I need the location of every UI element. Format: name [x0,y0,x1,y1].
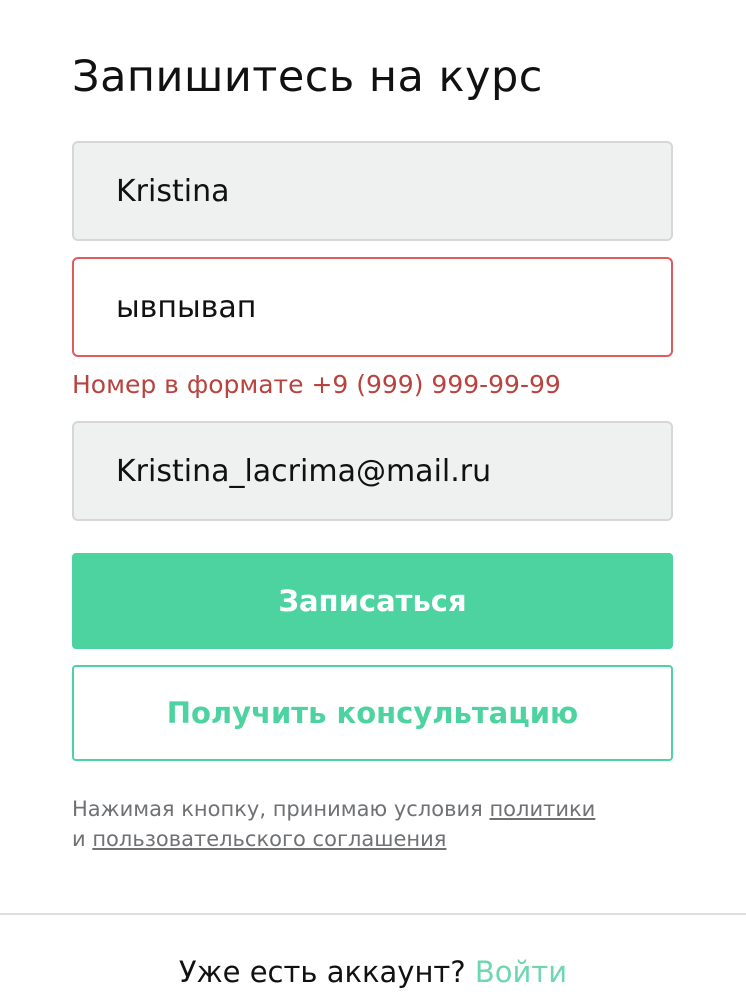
user-agreement-link[interactable]: пользовательского соглашения [92,827,446,851]
login-question: Уже есть аккаунт? [178,955,475,989]
phone-input[interactable] [116,289,671,325]
divider [0,913,746,915]
legal-and: и [72,827,93,851]
phone-field[interactable] [72,257,673,357]
login-link[interactable]: Войти [475,955,567,989]
login-prompt: Уже есть аккаунт? Войти [0,955,746,989]
email-field[interactable] [72,421,673,521]
name-field[interactable] [72,141,673,241]
consultation-button[interactable]: Получить консультацию [72,665,673,761]
submit-button[interactable]: Записаться [72,553,673,649]
policy-link[interactable]: политики [489,797,595,821]
phone-error-message: Номер в формате +9 (999) 999-99-99 [72,370,561,399]
legal-prefix: Нажимая кнопку, принимаю условия [72,797,490,821]
page-title: Запишитесь на курс [72,52,543,102]
name-input[interactable] [116,173,671,209]
email-input[interactable] [116,453,671,489]
legal-notice: Нажимая кнопку, принимаю условия политик… [72,794,673,854]
